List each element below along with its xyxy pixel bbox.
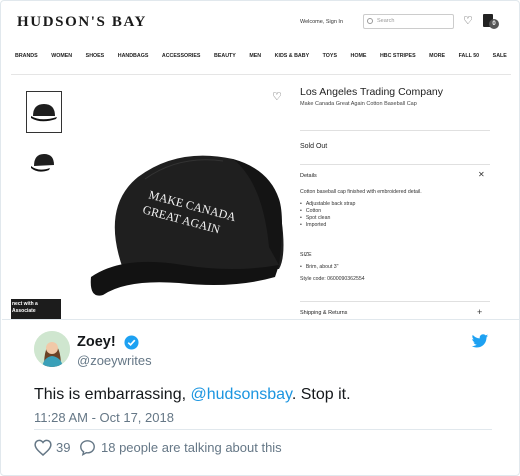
tweet-text-end: . Stop it.	[291, 386, 351, 403]
feature-list: Adjustable back strap Cotton Spot clean …	[300, 201, 356, 229]
tweet-footer-divider	[34, 429, 492, 430]
nav-item[interactable]: ACCESSORIES	[162, 53, 201, 63]
nav-item[interactable]: HOME	[351, 53, 367, 63]
divider	[300, 301, 490, 302]
avatar[interactable]	[34, 331, 70, 367]
product-brand[interactable]: Los Angeles Trading Company	[300, 86, 443, 98]
search-input[interactable]: Search	[363, 14, 454, 29]
nav-item[interactable]: KIDS & BABY	[275, 53, 309, 63]
size-item: Brim, about 3"	[300, 264, 339, 270]
tweet-card: HUDSON'S BAY Welcome, Sign In Search ♡ 0…	[0, 0, 520, 476]
product-thumbnail-front[interactable]	[26, 91, 62, 133]
twitter-bird-icon[interactable]	[471, 334, 489, 349]
reply-bubble-icon	[80, 439, 95, 456]
tweet-timestamp[interactable]: 11:28 AM - Oct 17, 2018	[34, 410, 174, 425]
feature-item: Cotton	[300, 208, 355, 215]
size-heading: SIZE	[300, 252, 312, 258]
associate-promo[interactable]: nect with a Associate	[11, 299, 61, 319]
nav-item[interactable]: TOYS	[323, 53, 337, 63]
nav-item[interactable]: MEN	[249, 53, 261, 63]
promo-line: Associate	[12, 308, 36, 314]
search-icon	[367, 18, 373, 24]
style-code: Style code: 0600090362554	[300, 276, 365, 282]
product-thumbnail-side[interactable]	[28, 150, 58, 176]
hudsons-bay-logo[interactable]: HUDSON'S BAY	[17, 14, 147, 31]
nav-item[interactable]: SHOES	[86, 53, 105, 63]
sign-in-link[interactable]: Welcome, Sign In	[300, 19, 343, 25]
like-count: 39	[56, 439, 71, 455]
heart-icon[interactable]: ♡	[463, 14, 473, 27]
close-icon[interactable]: ✕	[478, 170, 485, 179]
nav-item[interactable]: BRANDS	[15, 53, 38, 63]
mention-link[interactable]: @hudsonsbay	[191, 386, 292, 403]
search-placeholder: Search	[377, 18, 395, 24]
talking-count: 18 people are talking about this	[101, 439, 282, 455]
verified-badge-icon	[124, 335, 139, 350]
divider	[300, 164, 490, 165]
nav-item[interactable]: WOMEN	[51, 53, 72, 63]
feature-item: Imported	[300, 222, 355, 229]
plus-icon[interactable]: +	[477, 307, 482, 317]
wishlist-heart-icon[interactable]: ♡	[272, 90, 282, 103]
nav-item[interactable]: MORE	[429, 53, 445, 63]
promo-line: nect with a	[12, 301, 38, 307]
stock-status: Sold Out	[300, 143, 328, 150]
tweet-text: This is embarrassing, @hudsonsbay. Stop …	[34, 386, 351, 404]
media-divider	[2, 319, 519, 320]
size-list: Brim, about 3"	[300, 264, 339, 270]
nav-item[interactable]: BEAUTY	[214, 53, 236, 63]
nav-item[interactable]: SALE	[493, 53, 507, 63]
nav-item[interactable]: HBC STRIPES	[380, 53, 416, 63]
conversation-link[interactable]: 18 people are talking about this	[79, 438, 282, 456]
like-heart-icon	[34, 439, 52, 456]
feature-item: Spot clean	[300, 215, 355, 222]
like-button[interactable]: 39	[34, 438, 70, 456]
tweet-text-start: This is embarrassing,	[34, 386, 191, 403]
divider	[300, 130, 490, 131]
display-name[interactable]: Zoey!	[77, 334, 116, 350]
main-nav: BRANDS WOMEN SHOES HANDBAGS ACCESSORIES …	[15, 53, 507, 63]
nav-divider	[11, 74, 511, 75]
nav-item[interactable]: HANDBAGS	[118, 53, 149, 63]
feature-item: Adjustable back strap	[300, 201, 356, 208]
embedded-screenshot: HUDSON'S BAY Welcome, Sign In Search ♡ 0…	[11, 2, 511, 319]
user-handle[interactable]: @zoeywrites	[77, 353, 152, 368]
nav-item[interactable]: FALL 50	[459, 53, 480, 63]
shipping-returns-heading[interactable]: Shipping & Returns	[300, 310, 347, 316]
details-heading[interactable]: Details	[300, 173, 317, 179]
cart-count-badge: 0	[489, 19, 499, 29]
product-name: Make Canada Great Again Cotton Baseball …	[300, 101, 417, 107]
product-description: Cotton baseball cap finished with embroi…	[300, 189, 422, 195]
product-image-cap: MAKE CANADA GREAT AGAIN	[83, 137, 295, 305]
